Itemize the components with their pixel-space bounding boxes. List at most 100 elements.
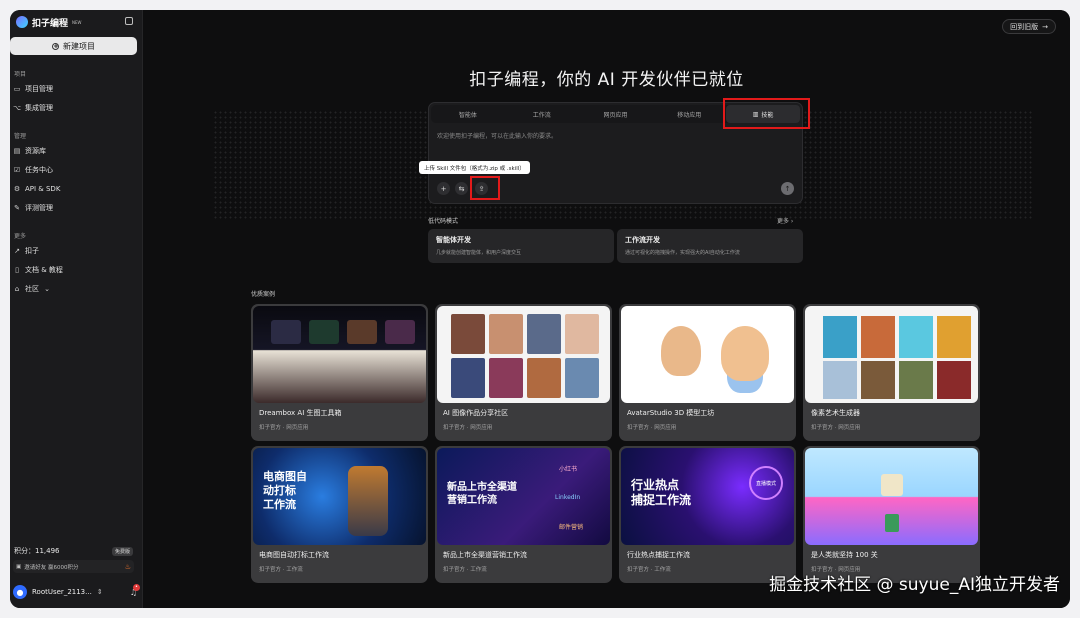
add-button[interactable]: + (437, 182, 450, 195)
case-meta: 扣子官方 · 网页应用 (811, 425, 861, 431)
sidebar-item-label: 扣子 (25, 247, 39, 255)
sidebar-item-label: API & SDK (25, 185, 61, 193)
case-card[interactable]: 电商图自 动打标 工作流 电商图自动打标工作流 扣子官方 · 工作流 (251, 446, 428, 583)
case-thumbnail: 行业热点 捕捉工作流 直播模式 (621, 448, 794, 545)
send-button[interactable]: ↑ (781, 182, 794, 195)
tab-workflow[interactable]: 工作流 (505, 105, 579, 123)
sidebar-item-community[interactable]: ⌂ 社区 ⌄ (13, 282, 137, 296)
app-window: 扣子编程 NEW 新建项目 项目 ▭ 项目管理 ⌥ 集成管理 管理 ▤ 资源库 … (10, 10, 1070, 608)
poster-title: 电商图自 动打标 工作流 (263, 470, 307, 511)
sidebar-item-docs[interactable]: ▯ 文档 & 教程 (13, 263, 137, 277)
poster-badge: 直播模式 (749, 466, 783, 500)
case-title: 是人类就坚持 100 关 (811, 551, 878, 559)
case-title: Dreambox AI 生图工具箱 (259, 409, 342, 417)
sidebar-item-label: 集成管理 (25, 104, 53, 112)
invite-banner[interactable]: ▣ 邀请好友 赢6000积分 ♨ (13, 560, 134, 573)
chevron-down-icon: ⌄ (44, 285, 50, 293)
new-project-button[interactable]: 新建项目 (10, 37, 137, 55)
api-icon: ⚙ (13, 185, 21, 193)
case-card[interactable]: Dreambox AI 生图工具箱 扣子官方 · 网页应用 (251, 304, 428, 441)
notification-badge: • (133, 583, 140, 591)
case-card[interactable]: 像素艺术生成器 扣子官方 · 网页应用 (803, 304, 980, 441)
case-thumbnail: 新品上市全渠道 营销工作流 小红书 LinkedIn 邮件营销 (437, 448, 610, 545)
card-desc: 几步就能创建智能体，和用户深度交互 (436, 250, 522, 256)
folder-icon: ▭ (13, 85, 21, 93)
case-meta: 扣子官方 · 网页应用 (443, 425, 493, 431)
prompt-input[interactable]: 欢迎使用扣子编程，可以在此输入你的要求。 (437, 131, 557, 140)
user-menu[interactable]: ● RootUser_2113... ⇕ ♫ • (13, 583, 140, 600)
sidebar-item-evaluation[interactable]: ✎ 评测管理 (13, 201, 137, 215)
sidebar-item-integration[interactable]: ⌥ 集成管理 (13, 101, 137, 115)
card-desc: 通过可视化的拖拽操作，实现强大的AI自动化工作流 (625, 250, 740, 256)
gift-icon: ▣ (16, 563, 22, 570)
sidebar-item-label: 项目管理 (25, 85, 53, 93)
poster-tag: LinkedIn (555, 494, 581, 501)
sidebar-item-tasks[interactable]: ☑ 任务中心 (13, 163, 137, 177)
logo-icon (16, 16, 28, 28)
tab-agent[interactable]: 智能体 (431, 105, 505, 123)
settings-toggle-icon[interactable]: ⇆ (455, 182, 468, 195)
cases-title: 优质案例 (251, 291, 276, 298)
hero-title: 扣子编程，你的 AI 开发伙伴已就位 (469, 70, 744, 90)
sidebar-item-label: 评测管理 (25, 204, 53, 212)
case-title: 行业热点捕捉工作流 (627, 551, 690, 559)
brand[interactable]: 扣子编程 NEW (16, 15, 82, 29)
poster-tag: 邮件营销 (559, 524, 584, 531)
back-to-old-version-button[interactable]: 回到旧版 → (1002, 19, 1056, 34)
sidebar-item-coze[interactable]: ↗ 扣子 (13, 244, 137, 258)
case-thumbnail (253, 306, 426, 403)
section-manage-label: 管理 (14, 133, 27, 140)
points-value: 积分：11,496 (14, 547, 60, 555)
sidebar-item-label: 文档 & 教程 (25, 266, 63, 274)
low-code-title: 低代码模式 (428, 218, 459, 225)
case-card[interactable]: 新品上市全渠道 营销工作流 小红书 LinkedIn 邮件营销 新品上市全渠道营… (435, 446, 612, 583)
upload-tooltip: 上传 Skill 文件包（格式为.zip 或 .skill） (419, 161, 530, 174)
community-icon: ⌂ (14, 285, 20, 293)
case-thumbnail (805, 448, 978, 545)
sidebar-item-api[interactable]: ⚙ API & SDK (13, 182, 137, 196)
case-title: 像素艺术生成器 (811, 409, 860, 417)
new-project-label: 新建项目 (63, 41, 95, 51)
low-code-more-link[interactable]: 更多 › (777, 216, 793, 225)
case-card[interactable]: AvatarStudio 3D 模型工坊 扣子官方 · 网页应用 (619, 304, 796, 441)
case-card[interactable]: 是人类就坚持 100 关 扣子官方 · 网页应用 (803, 446, 980, 583)
avatar: ● (13, 585, 27, 599)
brand-name: 扣子编程 (32, 18, 69, 29)
case-thumbnail: 电商图自 动打标 工作流 (253, 448, 426, 545)
sidebar-collapse-icon[interactable] (125, 17, 133, 25)
bell-icon[interactable]: ♫ • (130, 583, 140, 597)
case-thumbnail (621, 306, 794, 403)
switch-icon: ⇕ (96, 588, 103, 596)
agent-dev-card[interactable]: 智能体开发 几步就能创建智能体，和用户深度交互 (428, 229, 614, 263)
case-card[interactable]: 行业热点 捕捉工作流 直播模式 行业热点捕捉工作流 扣子官方 · 工作流 (619, 446, 796, 583)
plan-badge[interactable]: 免费版 (111, 546, 133, 556)
sidebar-item-label: 资源库 (25, 147, 46, 155)
section-project-label: 项目 (14, 71, 27, 78)
highlight-box-upload (470, 176, 500, 200)
main-content: 回到旧版 → 扣子编程，你的 AI 开发伙伴已就位 智能体 工作流 网页应用 移… (143, 10, 1070, 608)
case-title: AI 图像作品分享社区 (443, 409, 509, 417)
poster-tag: 小红书 (559, 466, 578, 473)
case-card[interactable]: AI 图像作品分享社区 扣子官方 · 网页应用 (435, 304, 612, 441)
workflow-dev-card[interactable]: 工作流开发 通过可视化的拖拽操作，实现强大的AI自动化工作流 (617, 229, 803, 263)
watermark: 掘金技术社区 @ suyue_AI独立开发者 (769, 575, 1060, 595)
sidebar-item-label: 社区 (25, 285, 39, 293)
points-row: 积分：11,496 免费版 (14, 544, 133, 558)
tab-mobile-app[interactable]: 移动应用 (652, 105, 726, 123)
card-title: 智能体开发 (436, 236, 471, 244)
external-link-icon: ↗ (14, 247, 20, 255)
section-more-label: 更多 (14, 233, 27, 240)
username: RootUser_2113... (32, 588, 92, 596)
highlight-box-skill-tab (723, 98, 810, 129)
tab-web-app[interactable]: 网页应用 (579, 105, 653, 123)
sidebar-item-project-manage[interactable]: ▭ 项目管理 (13, 82, 137, 96)
case-thumbnail (437, 306, 610, 403)
sidebar-item-label: 任务中心 (25, 166, 53, 174)
old-version-label: 回到旧版 (1010, 22, 1039, 31)
task-icon: ☑ (13, 166, 21, 174)
case-title: 新品上市全渠道营销工作流 (443, 551, 527, 559)
arrow-right-icon: → (1042, 22, 1048, 31)
sidebar-item-resources[interactable]: ▤ 资源库 (13, 144, 137, 158)
evaluation-icon: ✎ (14, 204, 20, 212)
sidebar: 扣子编程 NEW 新建项目 项目 ▭ 项目管理 ⌥ 集成管理 管理 ▤ 资源库 … (10, 10, 143, 608)
